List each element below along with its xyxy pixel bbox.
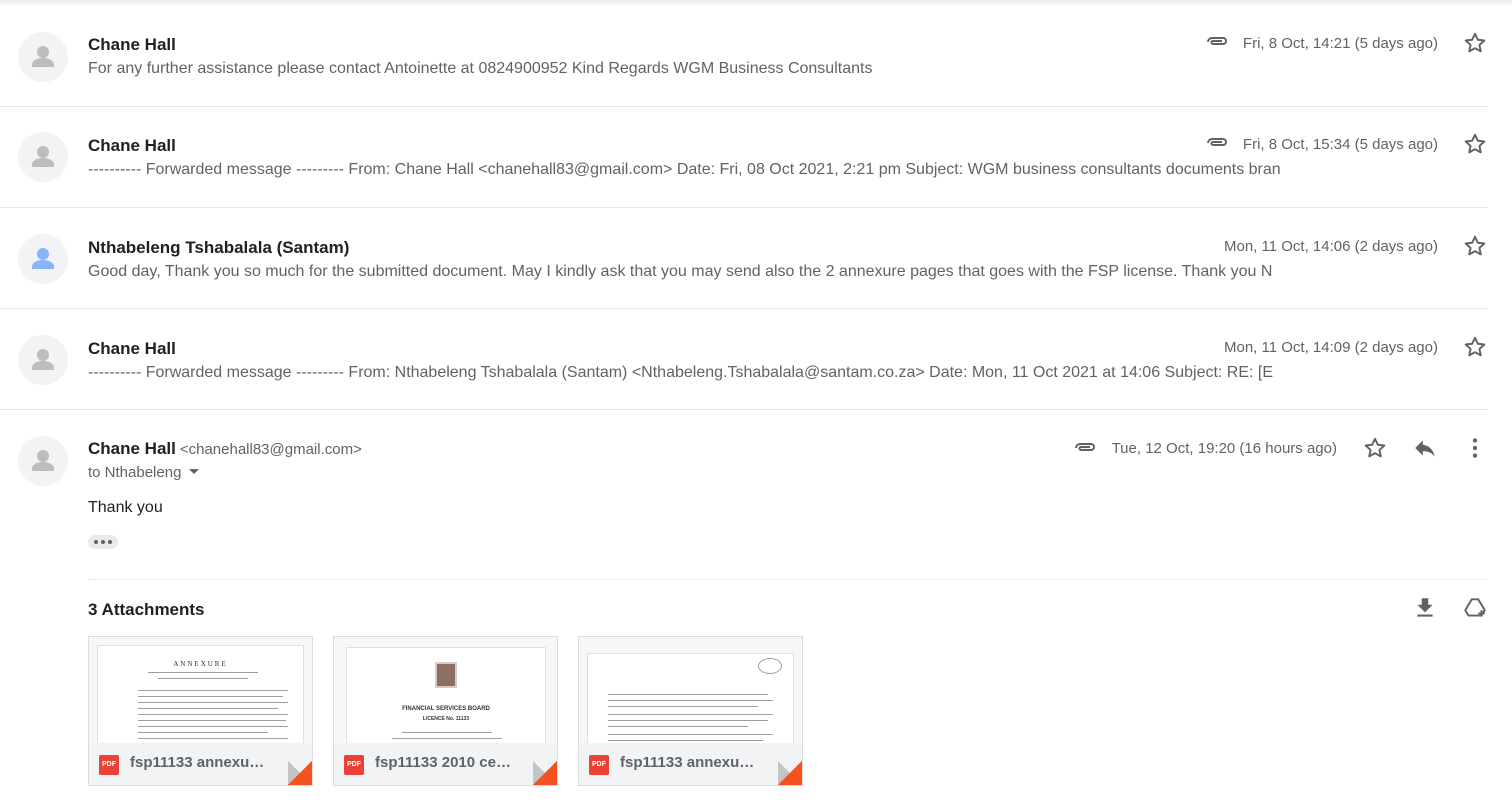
- message-row[interactable]: Chane Hall ---------- Forwarded message …: [0, 309, 1488, 410]
- thumb-licence-no: LICENCE No. 11133: [422, 716, 470, 722]
- thumb-board-title: FINANCIAL SERVICES BOARD: [402, 706, 490, 712]
- message-date: Mon, 11 Oct, 14:06 (2 days ago): [1223, 238, 1438, 255]
- recipients-toggle[interactable]: to Nthabeleng: [88, 464, 200, 481]
- message-snippet: ---------- Forwarded message --------- F…: [88, 161, 1281, 178]
- open-message: Chane Hall <chanehall83@gmail.com> to Nth…: [0, 411, 1512, 804]
- message-body: Thank you: [88, 499, 163, 516]
- pdf-icon: PDF: [99, 755, 119, 775]
- signature-mark-icon: [758, 658, 782, 674]
- attachment-card[interactable]: FINANCIAL SERVICES BOARD LICENCE No. 111…: [333, 636, 558, 786]
- star-icon[interactable]: [1462, 233, 1488, 259]
- sender-line: Chane Hall <chanehall83@gmail.com>: [88, 439, 362, 459]
- star-icon[interactable]: [1462, 334, 1488, 360]
- sender-name: Nthabeleng Tshabalala (Santam): [88, 238, 350, 257]
- reply-icon[interactable]: [1412, 435, 1438, 461]
- default-avatar-icon: [18, 32, 68, 82]
- attachment-name: fsp11133 2010 cer…: [375, 754, 515, 771]
- attachment-name: fsp11133 annexure…: [620, 754, 760, 771]
- star-icon[interactable]: [1462, 131, 1488, 157]
- thumb-heading: ANNEXURE: [173, 660, 228, 668]
- attachment-footer: PDF fsp11133 annexure…: [579, 743, 802, 785]
- message-row[interactable]: Chane Hall ---------- Forwarded message …: [0, 107, 1488, 208]
- message-date: Fri, 8 Oct, 15:34 (5 days ago): [1242, 136, 1438, 153]
- message-snippet: ---------- Forwarded message --------- F…: [88, 364, 1274, 381]
- sender-name: Chane Hall: [88, 439, 176, 458]
- attachment-thumbnail: FINANCIAL SERVICES BOARD LICENCE No. 111…: [334, 637, 557, 743]
- message-row[interactable]: Chane Hall For any further assistance pl…: [0, 6, 1488, 107]
- message-snippet: Good day, Thank you so much for the subm…: [88, 263, 1273, 280]
- attachment-thumbnail: [579, 637, 802, 743]
- star-icon[interactable]: [1462, 30, 1488, 56]
- more-options-icon[interactable]: [1462, 435, 1488, 461]
- blue-avatar-icon: [18, 234, 68, 284]
- default-avatar-icon: [18, 132, 68, 182]
- attachment-footer: PDF fsp11133 annexure…: [89, 743, 312, 785]
- attachment-card[interactable]: ANNEXURE PDF fsp11133 annexure…: [88, 636, 313, 786]
- recipient-label: to Nthabeleng: [88, 464, 182, 481]
- message-snippet: For any further assistance please contac…: [88, 60, 873, 77]
- attachments-title: 3 Attachments: [88, 600, 205, 619]
- sender-email: <chanehall83@gmail.com>: [179, 441, 362, 458]
- coat-of-arms-icon: [435, 662, 457, 688]
- attachment-thumbnail: ANNEXURE: [89, 637, 312, 743]
- star-icon[interactable]: [1362, 435, 1388, 461]
- attachment-name: fsp11133 annexure…: [130, 754, 270, 771]
- sender-name: Chane Hall: [88, 35, 176, 54]
- sender-name: Chane Hall: [88, 136, 176, 155]
- paperclip-icon: [1207, 37, 1227, 45]
- attachment-footer: PDF fsp11133 2010 cer…: [334, 743, 557, 785]
- add-to-drive-icon[interactable]: [1462, 595, 1488, 621]
- message-row[interactable]: Nthabeleng Tshabalala (Santam) Good day,…: [0, 208, 1488, 309]
- download-all-icon[interactable]: [1412, 595, 1438, 621]
- pdf-icon: PDF: [589, 755, 609, 775]
- default-avatar-icon: [18, 335, 68, 385]
- sender-name: Chane Hall: [88, 339, 176, 358]
- message-date: Tue, 12 Oct, 19:20 (16 hours ago): [1111, 440, 1337, 457]
- attachment-card[interactable]: PDF fsp11133 annexure…: [578, 636, 803, 786]
- attachments-divider: [88, 579, 1488, 580]
- paperclip-icon: [1207, 138, 1227, 146]
- message-date: Mon, 11 Oct, 14:09 (2 days ago): [1223, 339, 1438, 356]
- pdf-icon: PDF: [344, 755, 364, 775]
- paperclip-icon: [1075, 443, 1095, 451]
- message-date: Fri, 8 Oct, 14:21 (5 days ago): [1242, 35, 1438, 52]
- caret-down-icon: [189, 469, 200, 474]
- default-avatar-icon: [18, 436, 68, 486]
- show-trimmed-content-button[interactable]: [88, 535, 118, 549]
